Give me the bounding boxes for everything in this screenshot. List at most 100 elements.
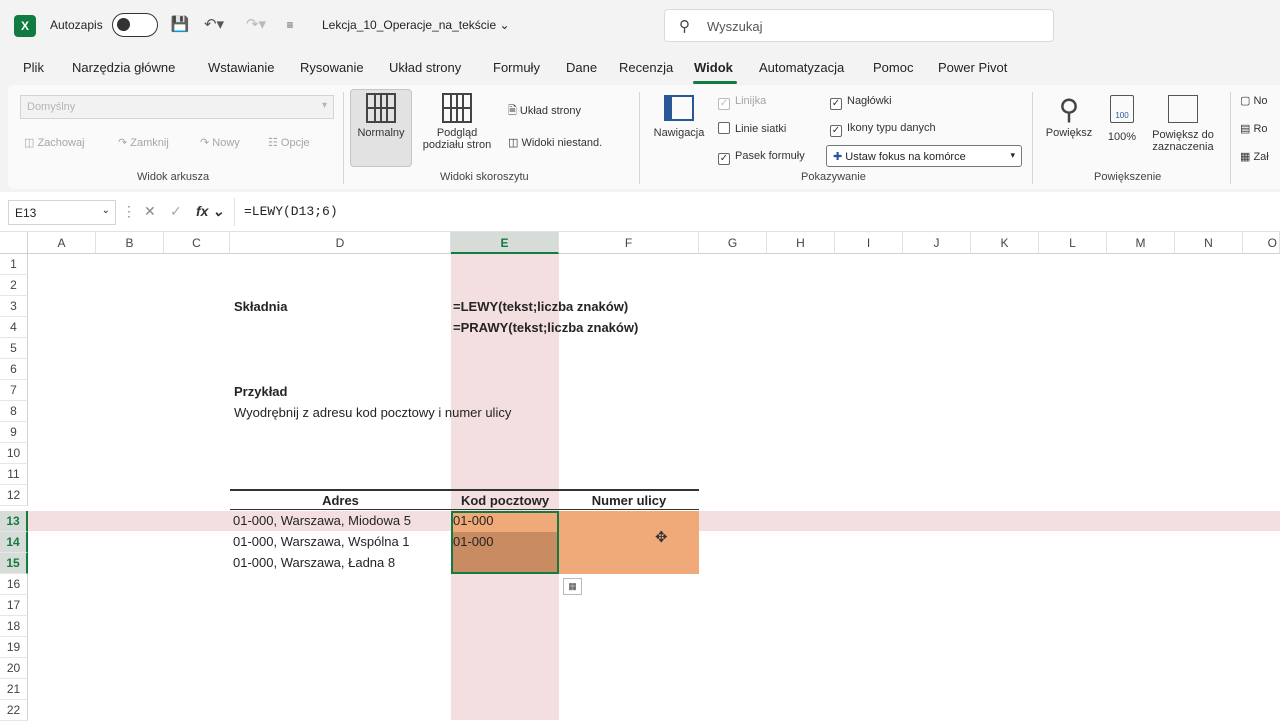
tab-automate[interactable]: Automatyzacja bbox=[759, 60, 844, 75]
new-view-button[interactable]: ↷ Nowy bbox=[200, 136, 240, 149]
worksheet-grid[interactable] bbox=[0, 232, 1280, 720]
row-header[interactable]: 7 bbox=[0, 380, 28, 401]
tab-formulas[interactable]: Formuły bbox=[493, 60, 540, 75]
row-header[interactable]: 10 bbox=[0, 443, 28, 464]
column-header[interactable]: C bbox=[164, 232, 230, 254]
exit-button[interactable]: ↷ Zamknij bbox=[118, 136, 169, 149]
column-header[interactable]: D bbox=[230, 232, 451, 254]
row-header[interactable]: 16 bbox=[0, 574, 28, 595]
table-cell-address[interactable]: 01-000, Warszawa, Miodowa 5 bbox=[233, 511, 411, 531]
table-cell-postal-code[interactable]: 01-000 bbox=[453, 532, 493, 552]
row-header[interactable]: 1 bbox=[0, 254, 28, 275]
more-icon[interactable]: ⋮ bbox=[122, 203, 136, 220]
tab-help[interactable]: Pomoc bbox=[873, 60, 913, 75]
table-header-street-number[interactable]: Numer ulicy bbox=[559, 489, 699, 510]
row-header[interactable]: 20 bbox=[0, 658, 28, 679]
tab-view[interactable]: Widok bbox=[694, 60, 733, 75]
formula-input[interactable]: =LEWY(D13;6) bbox=[244, 204, 338, 219]
name-box[interactable]: E13 ⌄ bbox=[8, 200, 116, 225]
row-header[interactable]: 8 bbox=[0, 401, 28, 422]
new-window-button[interactable]: ▢ No bbox=[1240, 94, 1268, 107]
row-header[interactable]: 12 bbox=[0, 485, 28, 506]
zoom-100-button[interactable]: 100 100% bbox=[1102, 93, 1142, 143]
formula-bar-checkbox[interactable]: ✓ Pasek formuły bbox=[718, 150, 805, 165]
row-header[interactable]: 6 bbox=[0, 359, 28, 380]
insert-function-icon[interactable]: fx ⌄ bbox=[196, 203, 224, 220]
gridlines-checkbox[interactable]: Linie siatki bbox=[718, 122, 786, 135]
row-header[interactable]: 11 bbox=[0, 464, 28, 485]
row-header[interactable]: 21 bbox=[0, 679, 28, 700]
tab-data[interactable]: Dane bbox=[566, 60, 597, 75]
quick-analysis-icon[interactable]: ▦ bbox=[563, 578, 582, 595]
redo-icon[interactable]: ↷▾ bbox=[240, 14, 272, 36]
enter-icon[interactable]: ✓ bbox=[170, 203, 182, 220]
column-header[interactable]: N bbox=[1175, 232, 1243, 254]
search-box[interactable]: ⚲ Wyszukaj bbox=[664, 9, 1054, 42]
column-header[interactable]: K bbox=[971, 232, 1039, 254]
column-header[interactable]: J bbox=[903, 232, 971, 254]
navigation-button[interactable]: Nawigacja bbox=[646, 95, 712, 139]
navigation-icon bbox=[664, 95, 694, 121]
row-header-selected[interactable]: 15 bbox=[0, 553, 28, 574]
cursor-crosshair-icon: ✥ bbox=[655, 529, 668, 546]
column-header[interactable]: M bbox=[1107, 232, 1175, 254]
customize-qat-icon[interactable]: ≡ bbox=[282, 14, 298, 36]
column-header[interactable]: H bbox=[767, 232, 835, 254]
undo-icon[interactable]: ↶▾ bbox=[198, 14, 230, 36]
row-header[interactable]: 2 bbox=[0, 275, 28, 296]
group-separator bbox=[1230, 92, 1231, 184]
custom-views-button[interactable]: ◫ Widoki niestand. bbox=[508, 136, 602, 149]
row-header[interactable]: 4 bbox=[0, 317, 28, 338]
data-type-icons-checkbox[interactable]: ✓ Ikony typu danych bbox=[830, 122, 936, 137]
save-icon[interactable]: 💾 bbox=[170, 14, 190, 36]
freeze-panes-button[interactable]: ▦ Zał bbox=[1240, 150, 1269, 163]
table-header-address[interactable]: Adres bbox=[230, 489, 451, 510]
sheet-view-dropdown[interactable]: Domyślny ▾ bbox=[20, 95, 334, 119]
options-button[interactable]: ☷ Opcje bbox=[268, 136, 310, 149]
table-cell-address[interactable]: 01-000, Warszawa, Wspólna 1 bbox=[233, 532, 410, 552]
focus-cell-dropdown[interactable]: ✚ Ustaw fokus na komórce ▾ bbox=[826, 145, 1022, 167]
table-cell-postal-code[interactable]: 01-000 bbox=[453, 511, 493, 531]
tab-file[interactable]: Plik bbox=[23, 60, 44, 75]
column-header[interactable]: I bbox=[835, 232, 903, 254]
column-header-selected[interactable]: E bbox=[451, 232, 559, 254]
row-header[interactable]: 3 bbox=[0, 296, 28, 317]
column-header[interactable]: F bbox=[559, 232, 699, 254]
autosave-toggle[interactable] bbox=[112, 13, 158, 37]
tab-draw[interactable]: Rysowanie bbox=[300, 60, 364, 75]
arrange-all-button[interactable]: ▤ Ro bbox=[1240, 122, 1268, 135]
table-cell-address[interactable]: 01-000, Warszawa, Ładna 8 bbox=[233, 553, 395, 573]
ruler-checkbox[interactable]: ✓ Linijka bbox=[718, 95, 766, 110]
headings-checkbox[interactable]: ✓ Nagłówki bbox=[830, 95, 892, 110]
row-header-selected[interactable]: 14 bbox=[0, 532, 28, 553]
row-header[interactable]: 9 bbox=[0, 422, 28, 443]
row-header[interactable]: 17 bbox=[0, 595, 28, 616]
tab-insert[interactable]: Wstawianie bbox=[208, 60, 274, 75]
column-header[interactable]: B bbox=[96, 232, 164, 254]
column-header[interactable]: G bbox=[699, 232, 767, 254]
cancel-icon[interactable]: ✕ bbox=[144, 203, 156, 220]
row-header[interactable]: 5 bbox=[0, 338, 28, 359]
tab-review[interactable]: Recenzja bbox=[619, 60, 673, 75]
select-all-corner[interactable] bbox=[0, 232, 28, 254]
row-header-selected[interactable]: 13 bbox=[0, 511, 28, 532]
row-header[interactable]: 18 bbox=[0, 616, 28, 637]
normal-view-button[interactable]: Normalny bbox=[352, 93, 410, 139]
column-header[interactable]: L bbox=[1039, 232, 1107, 254]
tab-power-pivot[interactable]: Power Pivot bbox=[938, 60, 1007, 75]
column-header[interactable]: A bbox=[28, 232, 96, 254]
row-header[interactable]: 19 bbox=[0, 637, 28, 658]
zoom-button[interactable]: ⚲ Powiększ bbox=[1040, 93, 1098, 139]
document-title[interactable]: Lekcja_10_Operacje_na_tekście ⌄ bbox=[322, 18, 510, 32]
column-header[interactable]: O bbox=[1243, 232, 1280, 254]
group-label-workbook-views: Widoki skoroszytu bbox=[440, 171, 529, 183]
keep-button[interactable]: ◫ Zachowaj bbox=[24, 136, 85, 149]
zoom-to-selection-button[interactable]: Powiększ do zaznaczenia bbox=[1146, 93, 1220, 153]
page-layout-button[interactable]: 🗎 Układ strony bbox=[508, 102, 581, 121]
ribbon-tabs: Plik Narzędzia główne Wstawianie Rysowan… bbox=[0, 52, 1280, 85]
page-break-preview-button[interactable]: Podgląd podziału stron bbox=[414, 93, 500, 151]
tab-home[interactable]: Narzędzia główne bbox=[72, 60, 175, 75]
tab-page-layout[interactable]: Układ strony bbox=[389, 60, 461, 75]
row-header[interactable]: 22 bbox=[0, 700, 28, 721]
table-header-postal-code[interactable]: Kod pocztowy bbox=[451, 489, 559, 510]
